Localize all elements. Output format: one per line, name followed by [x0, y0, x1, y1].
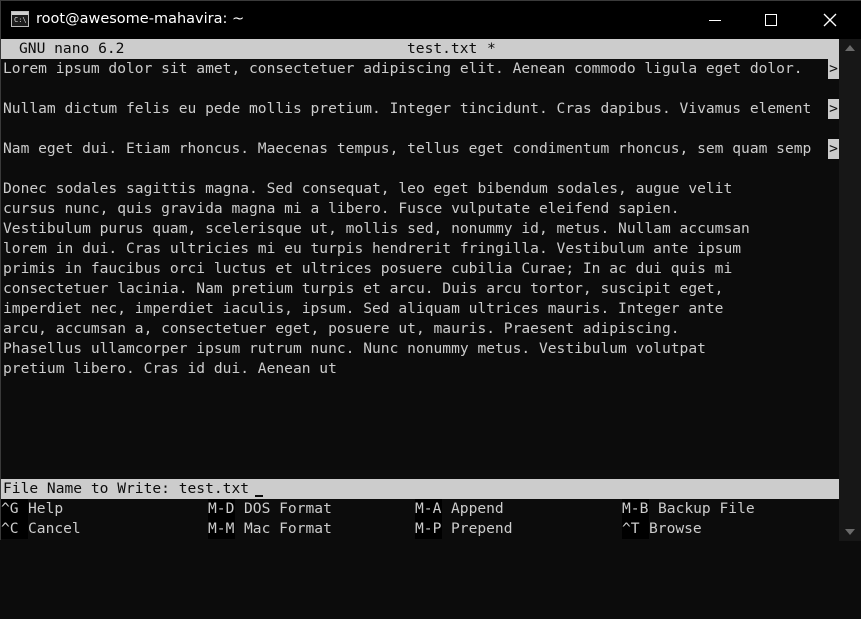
text-line	[3, 159, 829, 179]
shortcut-key: M-A	[415, 500, 442, 517]
shortcut-label: Browse	[649, 519, 702, 539]
text-line: imperdiet nec, imperdiet iaculis, ipsum.…	[3, 300, 724, 317]
text-line: Donec sodales sagittis magna. Sed conseq…	[3, 180, 733, 197]
text-line: Vestibulum purus quam, scelerisque ut, m…	[3, 220, 750, 237]
shortcut-cancel[interactable]: ^C Cancel	[1, 519, 81, 539]
shortcut-key: ^G	[1, 500, 19, 517]
terminal-window: C:\ root@awesome-mahavira: ~ GNU nano 6.…	[0, 0, 861, 541]
line-truncation-marker: >	[828, 99, 839, 119]
terminal-app-icon[interactable]: C:\	[11, 11, 29, 27]
text-line: Nam eget dui. Etiam rhoncus. Maecenas te…	[3, 140, 812, 157]
shortcut-help[interactable]: ^G Help	[1, 499, 71, 519]
shortcut-label: Help	[28, 499, 64, 519]
vertical-scrollbar[interactable]	[839, 39, 861, 541]
nano-version: GNU nano 6.2	[19, 40, 125, 57]
shortcut-label: Prepend	[451, 519, 513, 539]
shortcut-label: Cancel	[28, 519, 81, 539]
close-icon	[823, 13, 837, 27]
shortcut-key: M-M	[208, 520, 235, 537]
shortcut-label: DOS Format	[244, 499, 332, 519]
filename-prompt[interactable]: File Name to Write: test.txt	[1, 479, 839, 499]
shortcut-dos-format[interactable]: M-D DOS Format	[208, 499, 332, 519]
text-line	[3, 119, 829, 139]
nano-filename: test.txt	[407, 40, 478, 57]
shortcut-prepend[interactable]: M-P Prepend	[415, 519, 513, 539]
scroll-down-arrow-icon[interactable]	[845, 529, 855, 535]
shortcut-label: Append	[451, 499, 504, 519]
shortcut-key: M-D	[208, 500, 235, 517]
text-cursor	[255, 495, 263, 497]
filename-prompt-input[interactable]: File Name to Write: test.txt	[3, 479, 249, 499]
text-line: primis in faucibus orci luctus et ultric…	[3, 260, 733, 277]
shortcut-append[interactable]: M-A Append	[415, 499, 504, 519]
shortcut-mac-format[interactable]: M-M Mac Format	[208, 519, 332, 539]
maximize-icon	[765, 14, 777, 26]
nano-header-bar: GNU nano 6.2 test.txt *	[1, 39, 839, 59]
text-line: cursus nunc, quis gravida magna mi a lib…	[3, 200, 680, 217]
shortcut-key: ^T	[622, 520, 640, 537]
shortcut-key: M-P	[415, 520, 442, 537]
window-title: root@awesome-mahavira: ~	[36, 11, 245, 27]
line-truncation-marker: >	[828, 59, 839, 79]
title-bar[interactable]: C:\ root@awesome-mahavira: ~	[1, 1, 861, 39]
shortcut-backup-file[interactable]: M-B Backup File	[622, 499, 755, 519]
shortcut-label: Backup File	[658, 499, 755, 519]
text-line: pretium libero. Cras id dui. Aenean ut	[3, 360, 337, 377]
shortcut-key: M-B	[622, 500, 649, 517]
text-line: Phasellus ullamcorper ipsum rutrum nunc.…	[3, 340, 706, 357]
text-line: Nullam dictum felis eu pede mollis preti…	[3, 100, 812, 117]
shortcut-label: Mac Format	[244, 519, 332, 539]
text-line: lorem in dui. Cras ultricies mi eu turpi…	[3, 240, 742, 257]
modified-indicator: *	[487, 40, 496, 57]
maximize-button[interactable]	[742, 1, 800, 39]
scroll-up-arrow-icon[interactable]	[845, 45, 855, 51]
close-button[interactable]	[801, 1, 859, 39]
text-line	[3, 79, 829, 99]
shortcut-bar: ^G Help M-D DOS Format M-A Append M-B Ba…	[1, 499, 839, 539]
text-line: consectetuer lacinia. Nam pretium turpis…	[3, 280, 724, 297]
app-icon-text: C:\	[14, 16, 27, 24]
minimize-button[interactable]	[687, 1, 745, 39]
text-line: arcu, accumsan a, consectetuer eget, pos…	[3, 320, 680, 337]
shortcut-key: ^C	[1, 520, 19, 537]
minimize-icon	[709, 20, 721, 21]
text-line: Lorem ipsum dolor sit amet, consectetuer…	[3, 60, 803, 77]
editor-content[interactable]: Lorem ipsum dolor sit amet, consectetuer…	[3, 59, 839, 379]
terminal-screen[interactable]: GNU nano 6.2 test.txt * Lorem ipsum dolo…	[1, 39, 839, 541]
shortcut-browse[interactable]: ^T Browse	[622, 519, 702, 539]
line-truncation-marker: >	[828, 139, 839, 159]
